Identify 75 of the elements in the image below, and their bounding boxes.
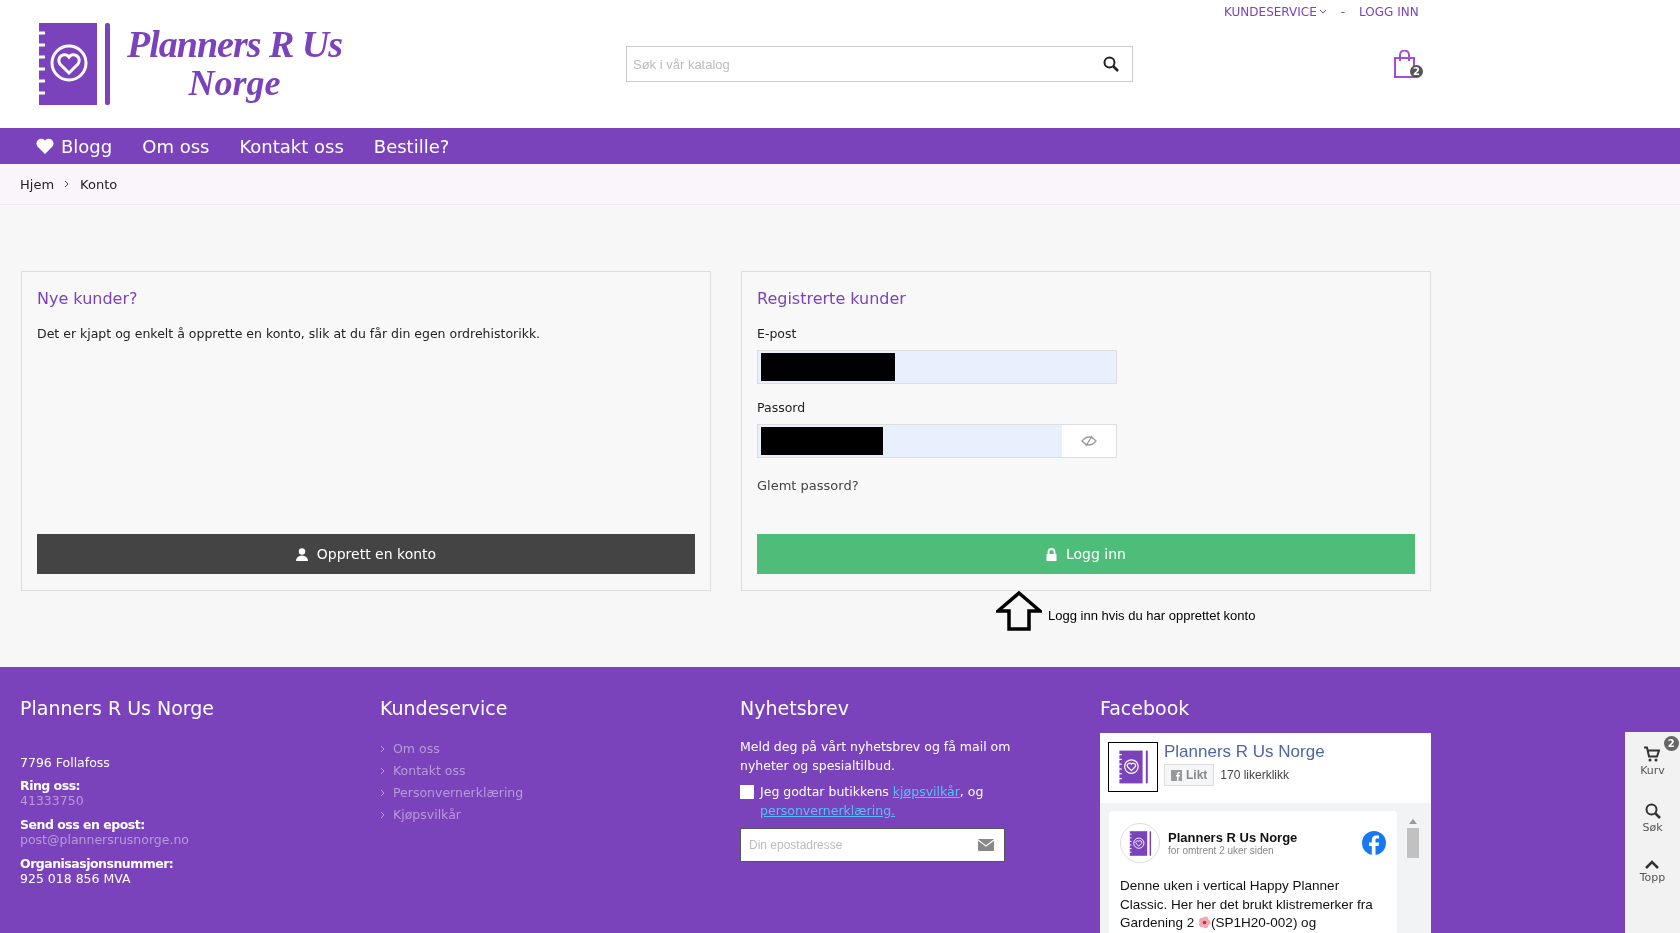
card-description: Det er kjapt og enkelt å opprette en konto, slik at du får din egen ordrehistorikk.: [37, 326, 542, 341]
chevron-right-icon: [380, 744, 385, 753]
nav-link[interactable]: Om oss: [142, 135, 210, 157]
cart-count-badge: 2: [1663, 736, 1679, 751]
org-number-label: Organisasjonsnummer:: [20, 856, 175, 871]
annotation-text: Logg inn hvis du har opprettet konto: [1048, 607, 1256, 623]
email-label: Send oss en epost:: [20, 817, 146, 832]
field-label: E-post: [757, 326, 798, 341]
breadcrumb-link[interactable]: Konto: [80, 176, 118, 192]
terms-link[interactable]: kjøpsvilkår: [892, 784, 960, 799]
forgot-password-link[interactable]: Glemt passord?: [757, 478, 1415, 493]
email-address: post@plannersrusnorge.no: [20, 832, 190, 847]
consent-checkbox[interactable]: [740, 785, 754, 799]
facebook-page-name[interactable]: Planners R Us Norge: [1164, 742, 1325, 761]
logo-text[interactable]: Planners R Us Norge: [127, 25, 343, 103]
chevron-right-icon: [380, 810, 385, 819]
footer-heading: Planners R Us Norge: [20, 697, 216, 719]
footer-heading: Facebook: [1100, 697, 1191, 719]
consent-text: , og: [959, 784, 984, 799]
post-text: Classic. Her her det brukt klistremerker fra: [1120, 896, 1373, 912]
chevron-right-icon: [380, 766, 385, 775]
card-title: Nye kunder?: [37, 289, 139, 308]
consent-text: Jeg godtar butikkens: [760, 784, 890, 799]
create-account-button[interactable]: Opprett en konto: [37, 534, 695, 574]
up-arrow-icon: [996, 591, 1042, 631]
footer-heading: Nyhetsbrev: [740, 697, 850, 719]
cart-count-badge: 2: [1410, 65, 1423, 78]
nav-link[interactable]: Blogg: [36, 135, 113, 157]
newsletter-description: Meld deg på vårt nyhetsbrev og få mail om nyheter og spesialtilbud.: [740, 738, 1012, 775]
planner-icon: [1117, 749, 1149, 785]
newsletter-email-field[interactable]: Din epostadresse: [740, 828, 1005, 862]
search-icon[interactable]: [1103, 56, 1119, 72]
side-toolbar-button[interactable]: Topp: [1639, 860, 1666, 884]
planner-icon: [1128, 829, 1152, 857]
post-author[interactable]: Planners R Us Norge: [1168, 830, 1354, 845]
like-button[interactable]: Likt: [1164, 764, 1215, 786]
eye-slash-icon[interactable]: [1081, 435, 1097, 447]
org-number: 925 018 856 MVA: [20, 871, 132, 886]
password-field[interactable]: [757, 424, 1117, 458]
chevron-icon: [1318, 9, 1327, 15]
customer-service-link[interactable]: KUNDESERVICE: [1224, 5, 1327, 19]
card-title: Registrerte kunder: [757, 289, 907, 308]
scroll-up-icon[interactable]: [1409, 819, 1417, 824]
privacy-link[interactable]: personvernerklæring.: [760, 803, 896, 818]
separator: -: [1340, 5, 1346, 19]
phone-number: 41333750: [20, 793, 85, 808]
breadcrumb-link[interactable]: Hjem: [20, 176, 55, 192]
chevron-up-icon: [1645, 860, 1660, 869]
footer-heading: Kundeservice: [380, 697, 509, 719]
post-time[interactable]: for omtrent 2 uker siden: [1168, 845, 1354, 856]
side-toolbar-button[interactable]: Kurv: [1640, 746, 1665, 777]
email-field[interactable]: [757, 350, 1117, 384]
heart-icon: [36, 138, 54, 154]
address-text: 7796 Follafoss: [20, 755, 111, 770]
like-count: 170 likerklikk: [1220, 768, 1290, 782]
search-icon: [1644, 803, 1661, 819]
cart-icon: [1644, 746, 1661, 762]
scrollbar-thumb[interactable]: [1407, 828, 1419, 858]
chevron-right-icon: [64, 180, 71, 188]
phone-label: Ring oss:: [20, 778, 82, 793]
nav-link[interactable]: Kontakt oss: [239, 135, 344, 157]
envelope-icon[interactable]: [978, 839, 994, 851]
login-link[interactable]: LOGG INN: [1359, 5, 1419, 19]
side-toolbar-button[interactable]: Søk: [1642, 803, 1663, 834]
flower-icon: [1198, 916, 1212, 929]
facebook-icon[interactable]: [1362, 831, 1386, 855]
nav-link[interactable]: Bestille?: [373, 135, 450, 157]
lock-icon: [1046, 547, 1057, 561]
user-icon: [295, 547, 308, 561]
post-text: (SP1H20-002) og: [1211, 915, 1317, 930]
facebook-icon: [1171, 769, 1182, 781]
field-label: Passord: [757, 400, 807, 415]
chevron-right-icon: [380, 788, 385, 797]
post-text: Gardening 2: [1120, 915, 1195, 930]
post-text: Denne uken i vertical Happy Planner: [1120, 878, 1340, 893]
